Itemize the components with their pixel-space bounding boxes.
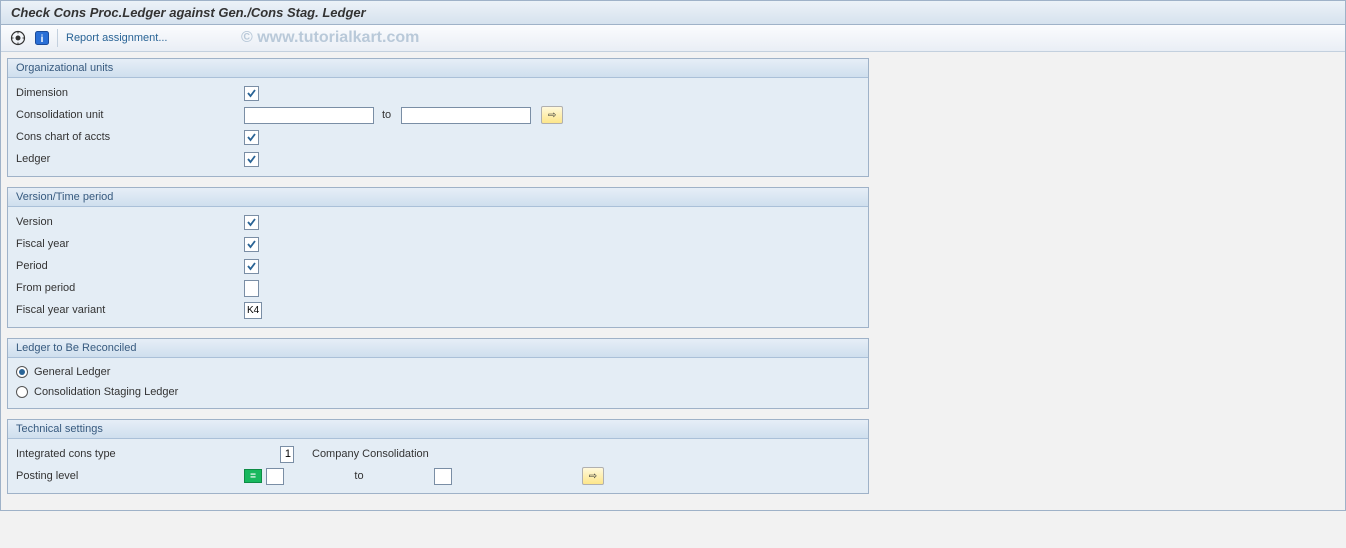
posting-level-label: Posting level <box>16 470 244 482</box>
group-header: Organizational units <box>8 59 868 78</box>
title-bar: Check Cons Proc.Ledger against Gen./Cons… <box>1 1 1345 25</box>
group-technical-settings: Technical settings Integrated cons type … <box>7 419 869 494</box>
info-icon[interactable]: i <box>33 29 51 47</box>
int-cons-type-desc: Company Consolidation <box>312 448 429 460</box>
period-label: Period <box>16 260 244 272</box>
cons-chart-label: Cons chart of accts <box>16 131 244 143</box>
dimension-required-icon <box>244 86 259 101</box>
from-period-label: From period <box>16 282 244 294</box>
posting-level-multiselect-button[interactable]: ⇨ <box>582 467 604 485</box>
group-version-time: Version/Time period Version Fiscal year … <box>7 187 869 328</box>
page-title: Check Cons Proc.Ledger against Gen./Cons… <box>11 5 366 20</box>
fiscal-year-required-icon <box>244 237 259 252</box>
arrow-right-icon: ⇨ <box>589 471 597 482</box>
svg-text:i: i <box>41 34 44 45</box>
select-option-icon[interactable]: = <box>244 469 262 483</box>
int-cons-type-label: Integrated cons type <box>16 448 280 460</box>
body-area: Organizational units Dimension Consolida… <box>1 52 1345 510</box>
fy-variant-label: Fiscal year variant <box>16 304 244 316</box>
int-cons-type-input[interactable] <box>280 446 294 463</box>
arrow-right-icon: ⇨ <box>548 110 556 121</box>
from-period-input[interactable] <box>244 280 259 297</box>
version-label: Version <box>16 216 244 228</box>
cons-unit-to-label: to <box>382 109 391 121</box>
fy-variant-input[interactable] <box>244 302 262 319</box>
radio-icon <box>16 386 28 398</box>
toolbar: i Report assignment... © www.tutorialkar… <box>1 25 1345 52</box>
cons-unit-label: Consolidation unit <box>16 109 244 121</box>
period-required-icon <box>244 259 259 274</box>
ledger-label: Ledger <box>16 153 244 165</box>
group-ledger-reconcile: Ledger to Be Reconciled General Ledger C… <box>7 338 869 409</box>
cons-unit-multiselect-button[interactable]: ⇨ <box>541 106 563 124</box>
group-organizational-units: Organizational units Dimension Consolida… <box>7 58 869 177</box>
version-required-icon <box>244 215 259 230</box>
cons-unit-from-input[interactable] <box>244 107 374 124</box>
report-assignment-link[interactable]: Report assignment... <box>66 32 168 44</box>
radio-icon <box>16 366 28 378</box>
posting-level-to-input[interactable] <box>434 468 452 485</box>
radio-label: Consolidation Staging Ledger <box>34 386 178 398</box>
group-header: Technical settings <box>8 420 868 439</box>
cons-unit-to-input[interactable] <box>401 107 531 124</box>
radio-label: General Ledger <box>34 366 110 378</box>
group-header: Version/Time period <box>8 188 868 207</box>
radio-general-ledger[interactable]: General Ledger <box>16 362 860 382</box>
watermark-text: © www.tutorialkart.com <box>241 29 419 47</box>
cons-chart-required-icon <box>244 130 259 145</box>
fiscal-year-label: Fiscal year <box>16 238 244 250</box>
app-window: Check Cons Proc.Ledger against Gen./Cons… <box>0 0 1346 511</box>
toolbar-separator <box>57 29 58 47</box>
posting-level-to-label: to <box>284 470 434 482</box>
dimension-label: Dimension <box>16 87 244 99</box>
group-header: Ledger to Be Reconciled <box>8 339 868 358</box>
radio-staging-ledger[interactable]: Consolidation Staging Ledger <box>16 382 860 402</box>
posting-level-from-input[interactable] <box>266 468 284 485</box>
execute-icon[interactable] <box>9 29 27 47</box>
ledger-required-icon <box>244 152 259 167</box>
